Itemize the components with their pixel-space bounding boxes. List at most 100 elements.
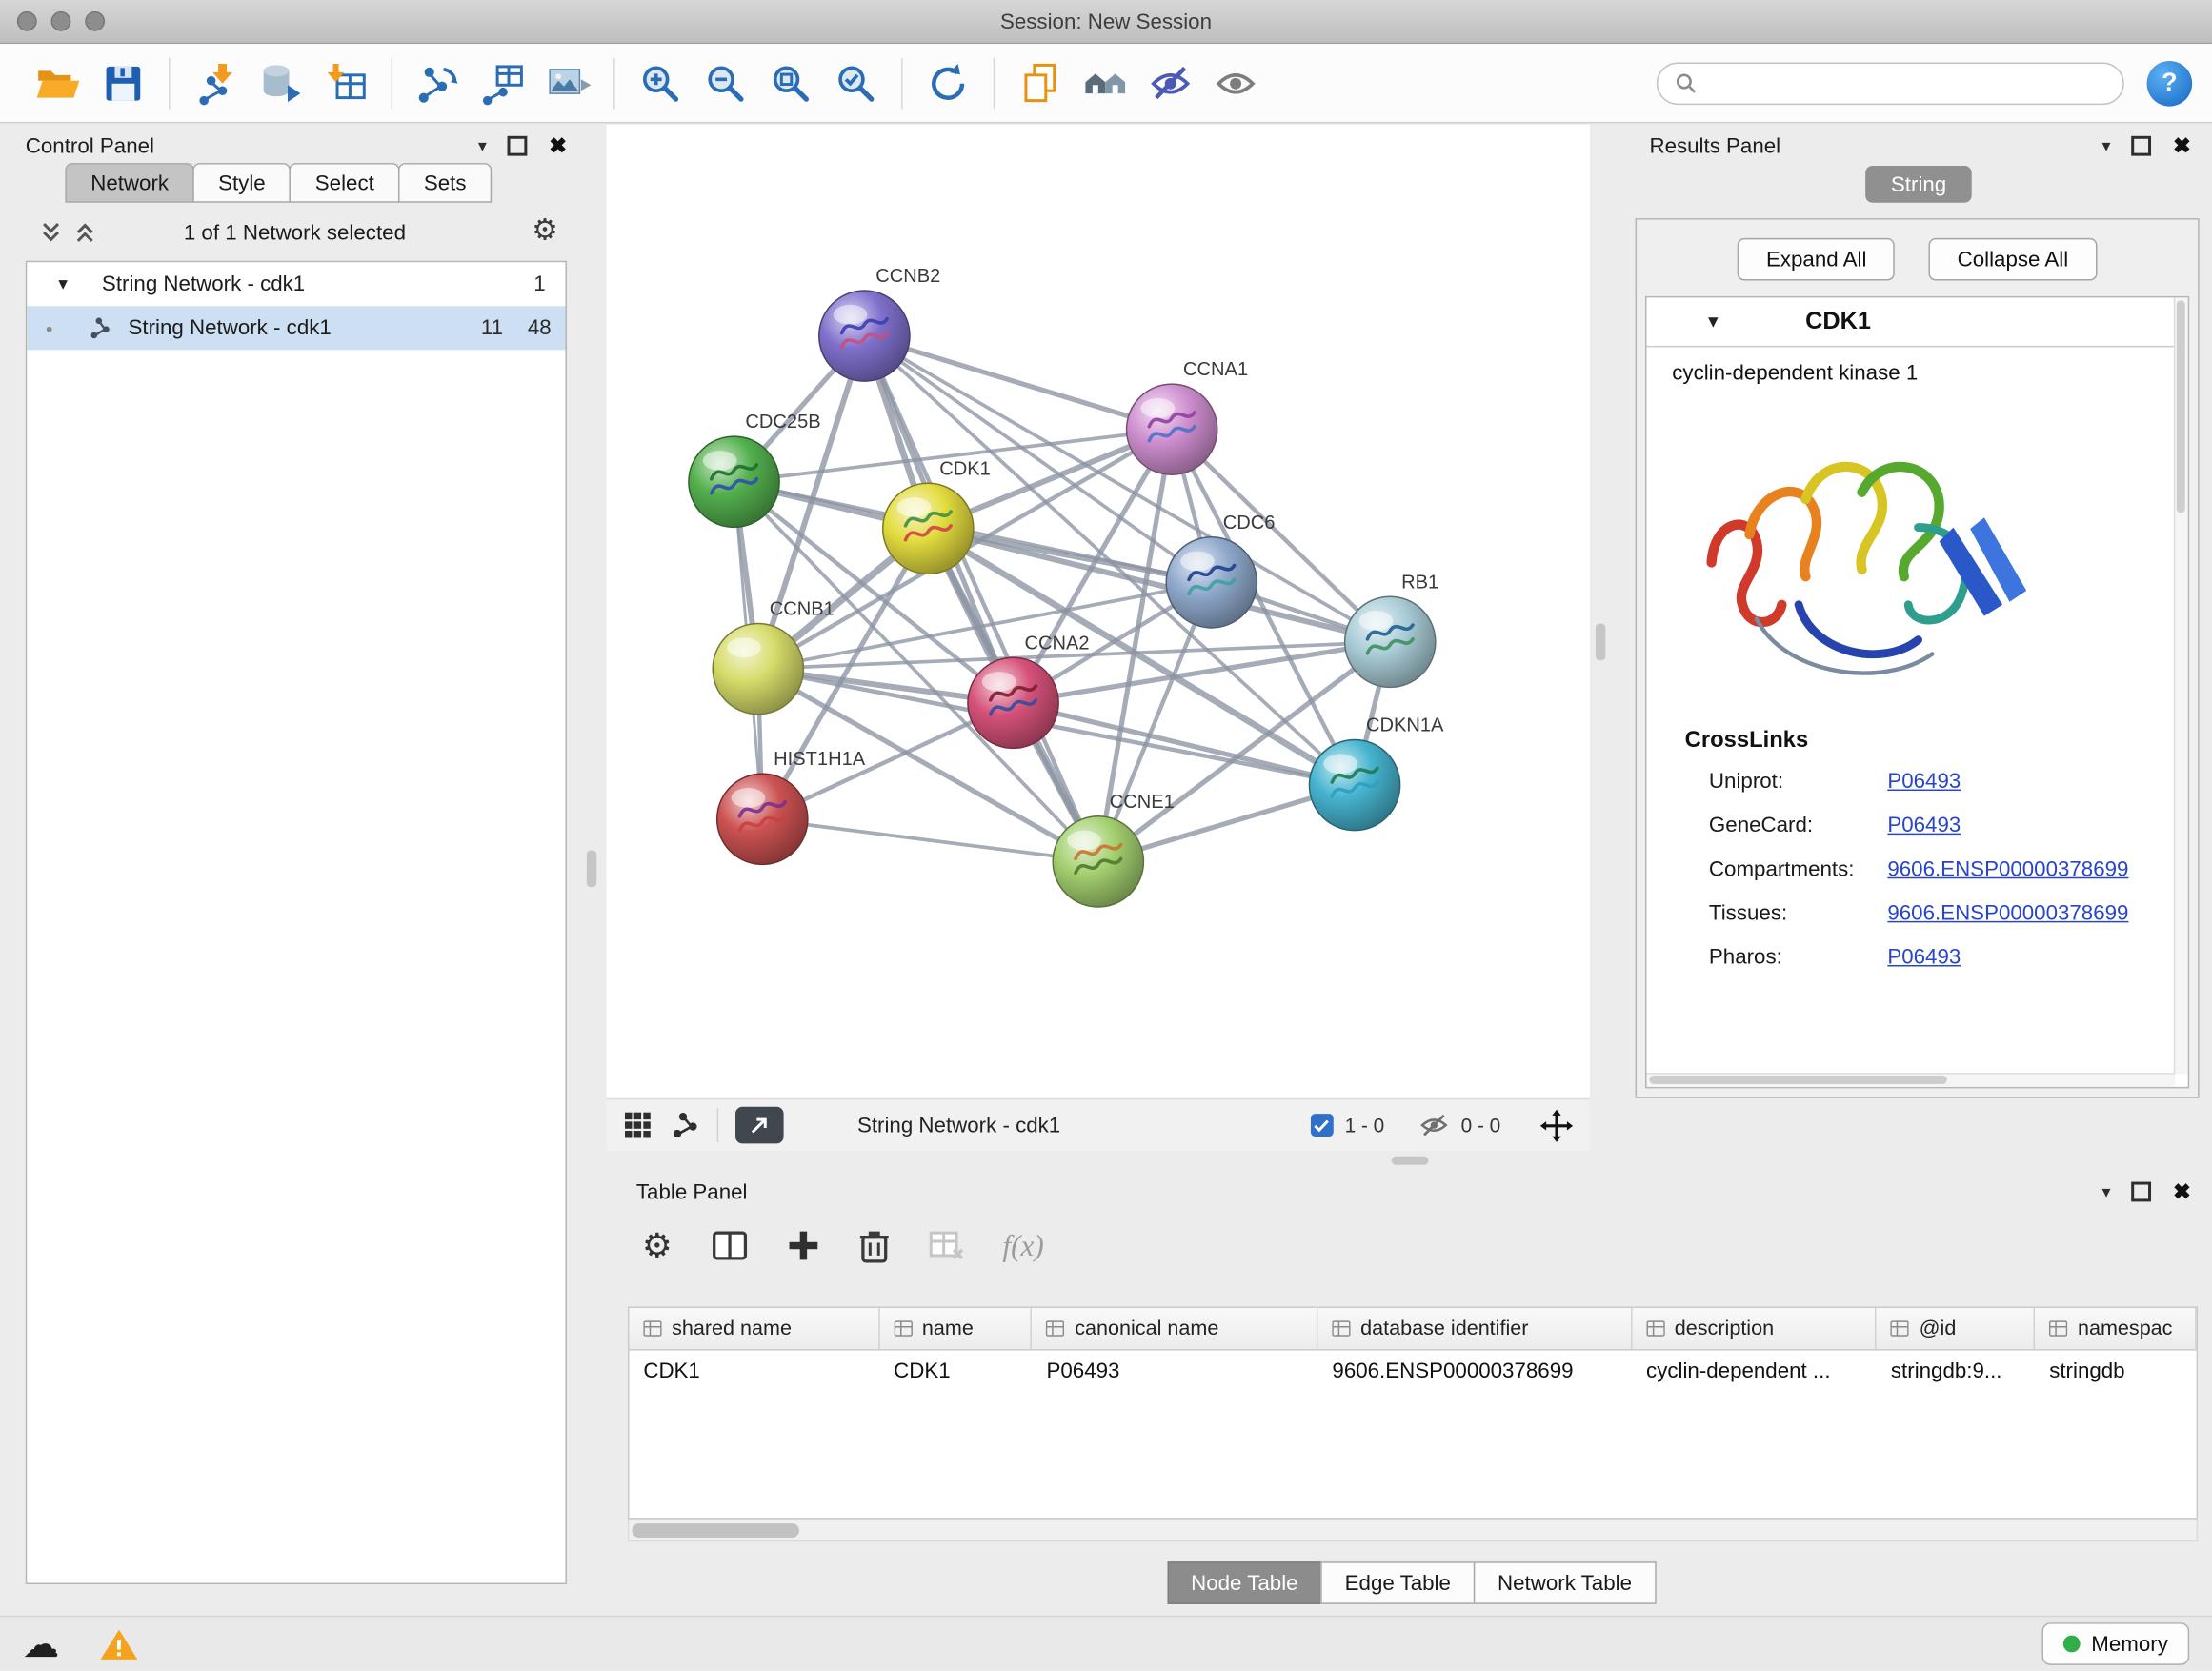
clone-network-button[interactable] (405, 50, 470, 115)
hide-selected-button[interactable] (1137, 50, 1202, 115)
column-header[interactable]: description (1632, 1308, 1877, 1349)
scrollbar-thumb[interactable] (2177, 300, 2185, 513)
table-horizontal-scrollbar[interactable] (628, 1520, 2198, 1542)
column-header[interactable]: shared name (629, 1308, 879, 1349)
column-header[interactable]: canonical name (1033, 1308, 1318, 1349)
tab-node-table[interactable]: Node Table (1167, 1561, 1322, 1604)
horizontal-splitter-handle[interactable] (1392, 1157, 1429, 1165)
grid-view-icon[interactable] (624, 1111, 653, 1139)
search-input[interactable] (1709, 70, 2106, 96)
network-edge[interactable] (864, 336, 1172, 430)
table-cell[interactable]: stringdb (2035, 1351, 2196, 1392)
crosslink-link[interactable]: 9606.ENSP00000378699 (1887, 857, 2128, 881)
tab-select[interactable]: Select (290, 163, 400, 203)
network-view-icon[interactable] (672, 1111, 700, 1139)
table-row[interactable]: CDK1CDK1P064939606.ENSP00000378699cyclin… (629, 1351, 2196, 1392)
horizontal-scrollbar[interactable] (1646, 1073, 2175, 1087)
network-edge[interactable] (1014, 703, 1355, 785)
tab-string[interactable]: String (1865, 166, 1972, 203)
table-cell[interactable]: cyclin-dependent ... (1632, 1351, 1877, 1392)
memory-button[interactable]: Memory (2041, 1622, 2189, 1665)
crosslink-link[interactable]: P06493 (1887, 814, 1961, 837)
panel-collapse-icon[interactable]: ▾ (478, 137, 487, 154)
vertical-scrollbar[interactable] (2174, 297, 2188, 1074)
birdseye-view-button[interactable] (735, 1107, 784, 1144)
scrollbar-thumb[interactable] (1649, 1076, 1946, 1084)
scrollbar-thumb[interactable] (632, 1523, 799, 1538)
selected-checkbox-icon[interactable] (1311, 1114, 1334, 1137)
table-cell[interactable]: 9606.ENSP00000378699 (1318, 1351, 1633, 1392)
table-cell[interactable]: P06493 (1033, 1351, 1318, 1392)
copy-button[interactable] (1008, 50, 1073, 115)
export-image-button[interactable] (535, 50, 600, 115)
collapse-all-button[interactable]: Collapse All (1929, 238, 2097, 281)
vertical-splitter-handle[interactable] (1596, 624, 1605, 661)
table-cell[interactable]: stringdb:9... (1877, 1351, 2035, 1392)
edge-count: 48 (528, 316, 552, 340)
network-name-label: String Network - cdk1 (129, 316, 332, 340)
panel-close-icon[interactable]: ✖ (549, 135, 567, 156)
import-network-database-button[interactable] (248, 50, 312, 115)
table-cell[interactable]: CDK1 (629, 1351, 879, 1392)
open-session-button[interactable] (26, 50, 90, 115)
tab-network-table[interactable]: Network Table (1474, 1561, 1657, 1604)
add-column-plus-icon[interactable] (786, 1229, 820, 1263)
zoom-in-button[interactable] (628, 50, 693, 115)
window-title: Session: New Session (0, 0, 2212, 43)
network-view-canvas[interactable]: CCNB2CCNA1CDC25BCDK1CDC6RB1CCNB1CCNA2CDK… (607, 125, 1590, 1098)
delete-trash-icon[interactable] (858, 1228, 890, 1263)
tab-edge-table[interactable]: Edge Table (1320, 1561, 1475, 1604)
column-header[interactable]: namespac (2035, 1308, 2196, 1349)
select-columns-icon[interactable] (711, 1229, 748, 1263)
panel-float-icon[interactable] (2132, 1182, 2152, 1202)
import-network-file-button[interactable] (183, 50, 248, 115)
warning-button[interactable] (99, 1626, 139, 1661)
column-header[interactable]: @id (1877, 1308, 2035, 1349)
tab-network[interactable]: Network (65, 163, 193, 203)
help-button[interactable]: ? (2147, 60, 2193, 106)
crosslink-link[interactable]: P06493 (1887, 945, 1961, 969)
table-settings-gear-icon[interactable]: ⚙ (642, 1225, 673, 1266)
column-header[interactable]: name (879, 1308, 1032, 1349)
network-row[interactable]: ● String Network - cdk1 11 48 (27, 306, 565, 350)
import-table-file-button[interactable] (313, 50, 378, 115)
crosslink-label: Uniprot: (1709, 770, 1887, 794)
tab-sets[interactable]: Sets (398, 163, 492, 203)
column-header[interactable]: database identifier (1318, 1308, 1633, 1349)
expand-all-button[interactable]: Expand All (1738, 238, 1895, 281)
search-box[interactable] (1657, 62, 2124, 105)
network-from-table-button[interactable] (471, 50, 535, 115)
crosslink-link[interactable]: P06493 (1887, 770, 1961, 794)
crosslink-link[interactable]: 9606.ENSP00000378699 (1887, 901, 2128, 925)
zoom-selected-button[interactable] (823, 50, 888, 115)
panel-collapse-icon[interactable]: ▾ (2102, 1183, 2111, 1200)
refresh-view-button[interactable] (915, 50, 980, 115)
panel-close-icon[interactable]: ✖ (2173, 135, 2191, 156)
fit-move-crosshair-icon[interactable] (1540, 1109, 1573, 1141)
table-cell[interactable]: CDK1 (879, 1351, 1032, 1392)
panel-float-icon[interactable] (2132, 136, 2152, 156)
zoom-out-button[interactable] (693, 50, 757, 115)
cloud-icon[interactable]: ☁ (23, 1621, 60, 1665)
gene-card-caret-icon[interactable]: ▼ (1704, 312, 1721, 332)
vertical-splitter-handle[interactable] (587, 851, 596, 888)
panel-close-icon[interactable]: ✖ (2173, 1181, 2191, 1202)
save-session-button[interactable] (90, 50, 155, 115)
control-panel: Control Panel ▾ ✖ NetworkStyleSelectSets… (9, 125, 581, 1604)
panel-collapse-icon[interactable]: ▾ (2102, 137, 2111, 154)
network-edge[interactable] (864, 336, 1097, 862)
network-edge[interactable] (762, 819, 1098, 862)
network-options-gear-icon[interactable]: ⚙ (532, 212, 558, 248)
network-node-CCNB1[interactable] (713, 624, 803, 715)
tab-style[interactable]: Style (192, 163, 291, 203)
show-all-button[interactable] (1203, 50, 1268, 115)
hidden-eye-icon[interactable] (1418, 1113, 1450, 1138)
column-icon (894, 1319, 912, 1338)
panel-float-icon[interactable] (508, 136, 528, 156)
zoom-fit-button[interactable] (758, 50, 823, 115)
gene-card-header[interactable]: ▼ CDK1 (1646, 297, 2187, 347)
network-collection-row[interactable]: ▼ String Network - cdk1 1 (27, 262, 565, 306)
image-export-icon (546, 62, 592, 105)
tree-caret-icon[interactable]: ▼ (55, 275, 70, 292)
home-view-button[interactable] (1073, 50, 1137, 115)
